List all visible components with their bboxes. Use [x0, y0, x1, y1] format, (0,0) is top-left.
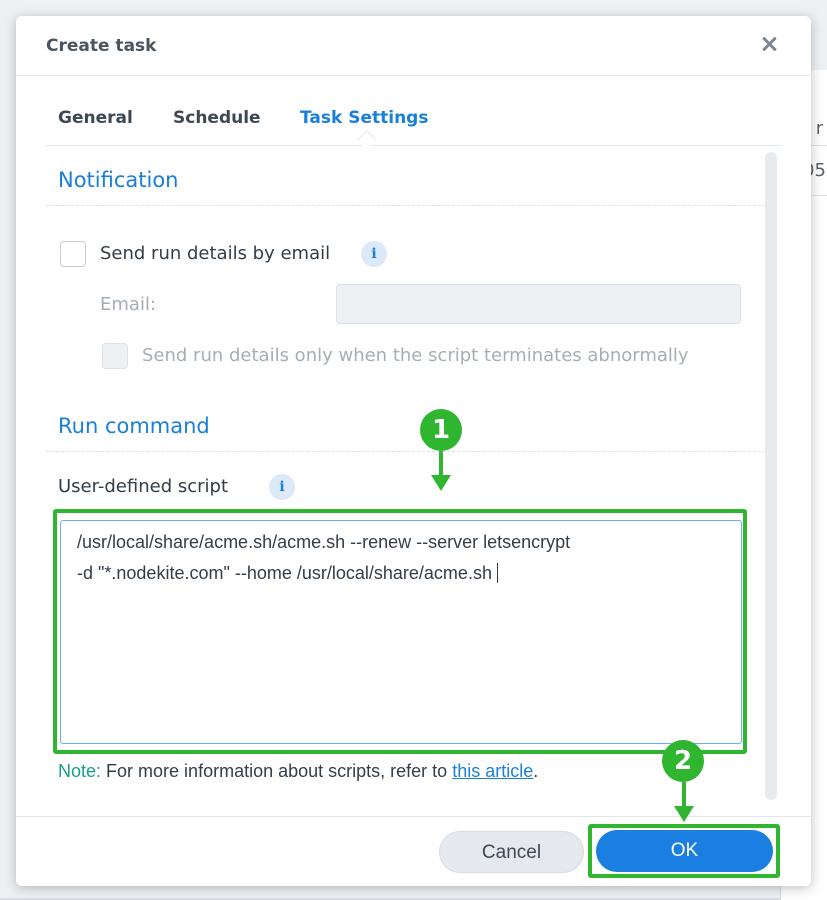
- notification-section-title: Notification: [58, 168, 179, 192]
- task-settings-content: Notification Send run details by email i…: [46, 151, 781, 811]
- email-field[interactable]: [336, 284, 741, 324]
- this-article-link[interactable]: this article: [452, 761, 533, 781]
- script-note: Note: For more information about scripts…: [58, 761, 538, 782]
- content-scrollbar[interactable]: [765, 152, 777, 800]
- tab-bar: General Schedule Task Settings: [46, 96, 781, 150]
- note-prefix: Note:: [58, 761, 102, 781]
- cancel-button[interactable]: Cancel: [439, 831, 584, 873]
- script-label: User-defined script: [58, 476, 228, 497]
- annotation-marker-2: 2: [662, 740, 704, 782]
- abnormal-only-checkbox[interactable]: [102, 343, 128, 369]
- text-cursor: [496, 563, 503, 583]
- send-email-checkbox[interactable]: [60, 241, 86, 267]
- tab-general[interactable]: General: [58, 108, 133, 128]
- tab-task-settings[interactable]: Task Settings: [300, 108, 428, 128]
- ok-highlight-box: OK: [588, 824, 780, 878]
- note-text: For more information about scripts, refe…: [106, 761, 448, 781]
- run-command-section-title: Run command: [58, 414, 210, 438]
- close-icon[interactable]: [756, 32, 782, 58]
- annotation-arrowhead-1: [431, 475, 451, 491]
- annotation-arrow-1: [439, 451, 443, 477]
- ok-button[interactable]: OK: [596, 830, 773, 872]
- section-divider: [46, 205, 776, 206]
- tab-schedule[interactable]: Schedule: [173, 108, 261, 128]
- email-label: Email:: [100, 294, 157, 315]
- dialog-title: Create task: [46, 36, 157, 56]
- annotation-marker-1: 1: [420, 409, 462, 451]
- script-textarea[interactable]: /usr/local/share/acme.sh/acme.sh --renew…: [60, 520, 742, 744]
- dialog-footer: Cancel OK: [16, 816, 811, 886]
- annotation-arrow-2: [682, 782, 686, 808]
- send-email-label: Send run details by email: [100, 243, 331, 264]
- script-highlight-box: /usr/local/share/acme.sh/acme.sh --renew…: [53, 509, 747, 754]
- active-tab-indicator: [357, 130, 377, 150]
- abnormal-only-label: Send run details only when the script te…: [142, 345, 689, 366]
- dialog-header: Create task: [16, 16, 811, 76]
- script-line-2: -d "*.nodekite.com" --home /usr/local/sh…: [77, 558, 725, 589]
- section-divider: [46, 451, 776, 452]
- info-icon[interactable]: i: [269, 474, 295, 500]
- script-line-1: /usr/local/share/acme.sh/acme.sh --renew…: [77, 532, 571, 552]
- info-icon[interactable]: i: [361, 241, 387, 267]
- note-suffix: .: [533, 761, 539, 781]
- annotation-arrowhead-2: [674, 806, 694, 822]
